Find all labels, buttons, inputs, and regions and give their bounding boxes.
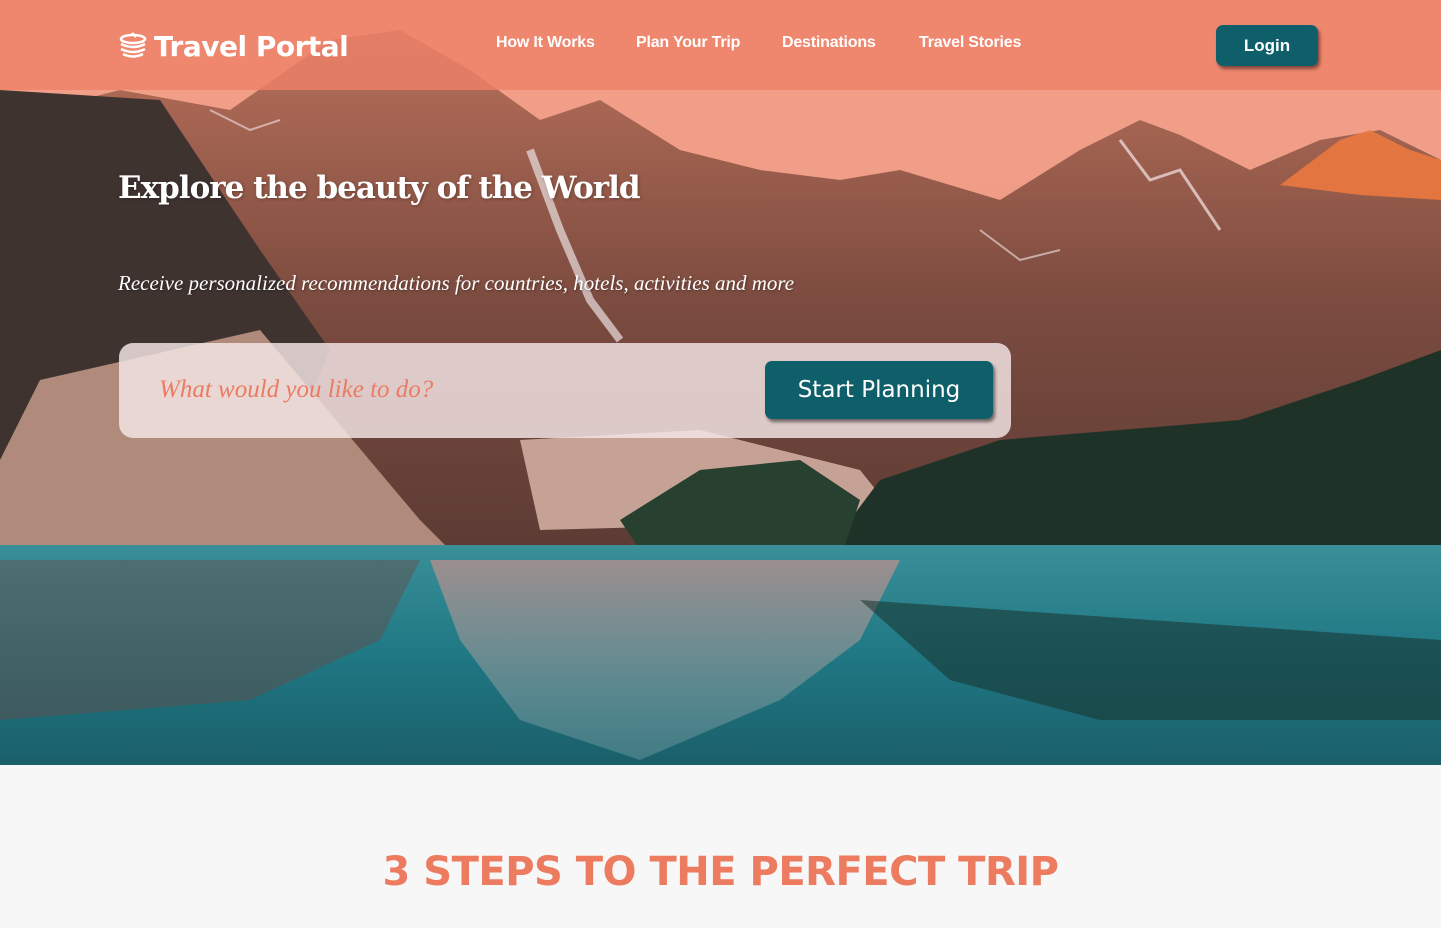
brand-name: Travel Portal — [154, 29, 349, 63]
coin-stack-icon — [119, 32, 147, 58]
hero-title: Explore the beauty of the World — [118, 170, 641, 206]
nav-link-destinations[interactable]: Destinations — [782, 34, 876, 52]
nav-link-plan-your-trip[interactable]: Plan Your Trip — [636, 34, 740, 52]
login-button[interactable]: Login — [1216, 25, 1318, 66]
trip-search-box: Start Planning — [119, 343, 1011, 438]
steps-section: 3 STEPS TO THE PERFECT TRIP — [0, 765, 1441, 928]
nav-link-how-it-works[interactable]: How It Works — [496, 34, 595, 52]
start-planning-button[interactable]: Start Planning — [765, 361, 993, 419]
trip-search-input[interactable] — [159, 365, 739, 415]
top-navbar: Travel Portal How It Works Plan Your Tri… — [0, 0, 1441, 90]
nav-link-travel-stories[interactable]: Travel Stories — [919, 34, 1021, 52]
steps-title: 3 STEPS TO THE PERFECT TRIP — [382, 849, 1059, 895]
hero-subtitle: Receive personalized recommendations for… — [118, 271, 795, 295]
hero-section: Travel Portal How It Works Plan Your Tri… — [0, 0, 1441, 765]
brand-logo[interactable]: Travel Portal — [118, 26, 349, 66]
